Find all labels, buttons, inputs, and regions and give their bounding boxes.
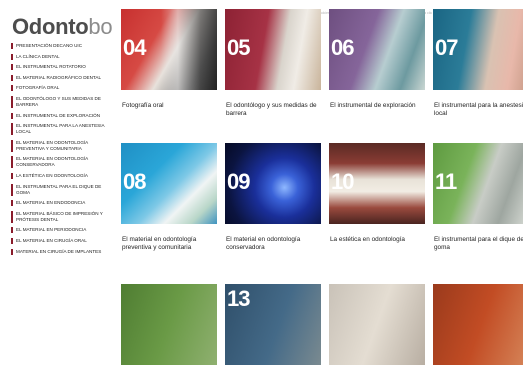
site-logo[interactable]: Odontobook [12,14,112,40]
menu-item[interactable]: FOTOGRAFÍA ORAL [11,85,111,92]
menu-item[interactable]: EL INSTRUMENTAL DE EXPLORACIÓN [11,112,111,119]
menu-item[interactable]: EL MATERIAL EN ODONTOLOGÍA PREVENTIVA Y … [11,139,111,152]
menu-item[interactable]: PRESENTACIÓN DECANO UIC [11,43,111,49]
chapter-title[interactable]: El instrumental para el dique de goma [434,236,523,253]
menu-item[interactable]: EL INSTRUMENTAL PARA LA ANESTESIA LOCAL [11,123,111,136]
chapter-title[interactable]: El instrumental de exploración [330,102,425,110]
menu-item[interactable]: EL ODONTÓLOGO Y SUS MEDIDAS DE BARRERA [11,95,111,108]
chapter-title[interactable]: El material en odontología conservadora [226,236,321,253]
chapter-thumbnail[interactable]: 11 [433,143,523,224]
chapter-thumbnail[interactable] [329,284,425,365]
chapter-title[interactable]: El instrumental para la anestesia local [434,102,523,119]
chapter-number: 08 [123,169,147,194]
chapter-title[interactable]: El odontólogo y sus medidas de barrera [226,102,321,119]
chapter-number: 09 [227,169,251,194]
chapter-number: 13 [227,286,251,311]
menu-item[interactable]: EL INSTRUMENTAL ROTATORIO [11,64,111,71]
chapter-thumbnail[interactable]: 09 [225,143,321,224]
sidebar: Odontobook PRESENTACIÓN DECANO UIC LA CL… [0,0,112,300]
menu-item[interactable]: EL MATERIAL BÁSICO DE IMPRESIÓN Y PRÓTES… [11,210,111,223]
chapter-number: 11 [435,169,457,194]
chapter-thumbnail[interactable] [433,284,523,365]
chapter-title[interactable]: La estética en odontología [330,236,425,244]
menu-item[interactable]: EL MATERIAL RADIOGRÁFICO DENTAL [11,74,111,81]
chapter-thumbnail[interactable]: 08 [121,143,217,224]
chapter-thumbnail[interactable] [121,284,217,365]
chapter-thumbnail[interactable]: 04 [121,9,217,90]
logo-bold: Odonto [12,14,89,39]
chapter-number: 06 [331,35,355,60]
chapter-thumbnail[interactable]: 05 [225,9,321,90]
menu-item[interactable]: EL MATERIAL EN ENDODONCIA [11,200,111,207]
menu-item[interactable]: MATERIAL EN CIRUGÍA DE IMPLANTES [11,248,111,255]
chapter-number: 05 [227,35,251,60]
logo-normal: book [88,14,112,39]
chapter-number: 10 [331,169,355,194]
menu-item[interactable]: EL MATERIAL EN ODONTOLOGÍA CONSERVADORA [11,156,111,169]
menu-item[interactable]: LA ESTÉTICA EN ODONTOLOGÍA [11,172,111,179]
chapter-number: 04 [123,35,147,60]
menu-item[interactable]: EL MATERIAL EN CIRUGÍA ORAL [11,237,111,244]
chapter-thumbnail[interactable]: 10 [329,143,425,224]
chapter-title[interactable]: El material en odontología preventiva y … [122,236,217,253]
chapter-number: 07 [435,35,459,60]
chapter-title[interactable]: Fotografía oral [122,102,217,110]
chapter-thumbnail[interactable]: 06 [329,9,425,90]
menu-item[interactable]: EL MATERIAL EN PERIODONCIA [11,227,111,234]
menu-item[interactable]: EL INSTRUMENTAL PARA EL DIQUE DE GOMA [11,183,111,196]
menu-item[interactable]: LA CLÍNICA DENTAL [11,53,111,60]
chapter-thumbnail[interactable]: 07 [433,9,523,90]
chapter-menu: PRESENTACIÓN DECANO UIC LA CLÍNICA DENTA… [11,43,111,259]
chapter-thumbnail[interactable]: 13 [225,284,321,365]
